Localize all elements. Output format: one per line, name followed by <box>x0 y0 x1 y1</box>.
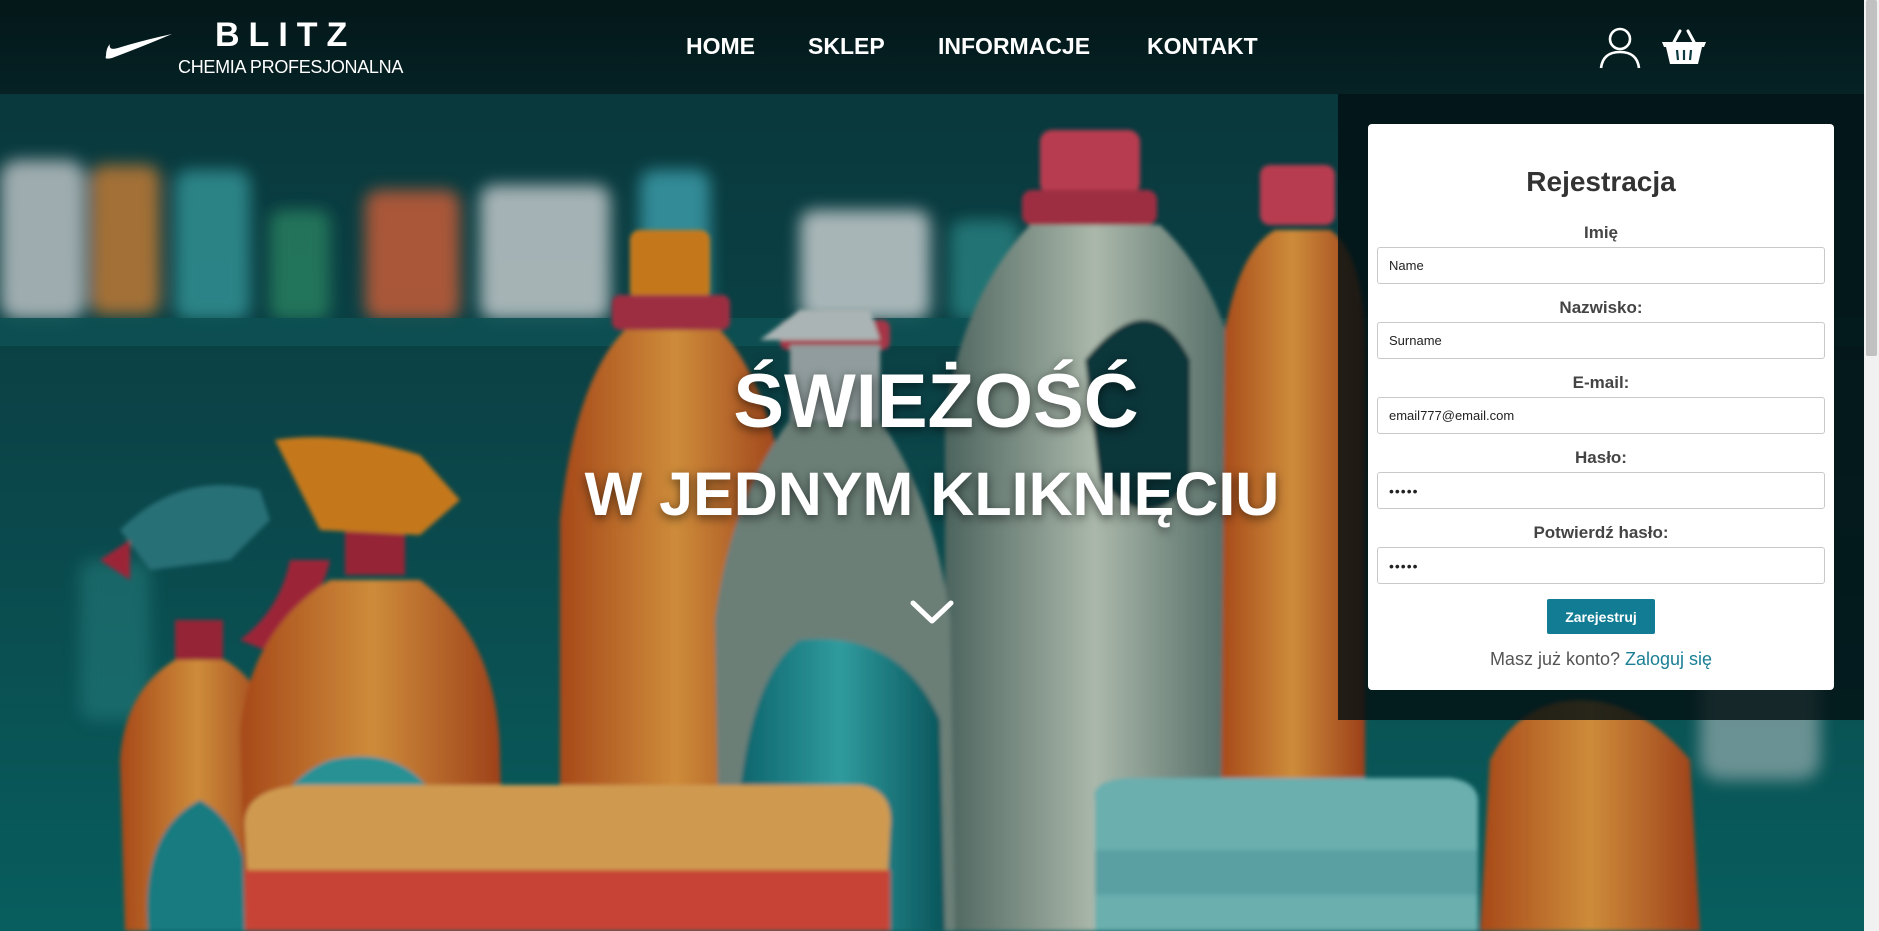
surname-label: Nazwisko: <box>1559 298 1643 317</box>
password-label: Hasło: <box>1575 448 1627 467</box>
first-name-label: Imię <box>1583 223 1619 242</box>
nav-home[interactable]: HOME <box>686 33 755 60</box>
confirm-password-label: Potwierdź hasło: <box>1533 523 1669 542</box>
email-field[interactable] <box>1377 397 1825 434</box>
password-field[interactable] <box>1377 472 1825 509</box>
login-prompt-text: Masz już konto? <box>1489 649 1620 669</box>
surname-field[interactable] <box>1377 322 1825 359</box>
registration-form: Rejestracja Imię Nazwisko: E-mail: Hasło… <box>1368 124 1834 690</box>
login-prompt: Masz już konto? Zaloguj się <box>1368 649 1834 670</box>
login-link[interactable]: Zaloguj się <box>1625 649 1712 669</box>
confirm-password-field[interactable] <box>1377 547 1825 584</box>
nav-kontakt[interactable]: KONTAKT <box>1147 33 1258 60</box>
email-label: E-mail: <box>1572 373 1630 392</box>
user-icon[interactable] <box>1598 26 1642 70</box>
register-button[interactable]: Zarejestruj <box>1547 599 1655 634</box>
page: BLITZ CHEMIA PROFESJONALNA HOME SKLEP IN… <box>0 0 1879 931</box>
chevron-down-icon[interactable] <box>909 597 955 627</box>
first-name-field[interactable] <box>1377 247 1825 284</box>
nav-informacje[interactable]: INFORMACJE <box>938 33 1090 60</box>
nav-sklep[interactable]: SKLEP <box>808 33 885 60</box>
form-title: Rejestracja <box>1526 166 1676 197</box>
scrollbar-thumb[interactable] <box>1866 0 1877 356</box>
cart-icon[interactable] <box>1660 28 1708 68</box>
